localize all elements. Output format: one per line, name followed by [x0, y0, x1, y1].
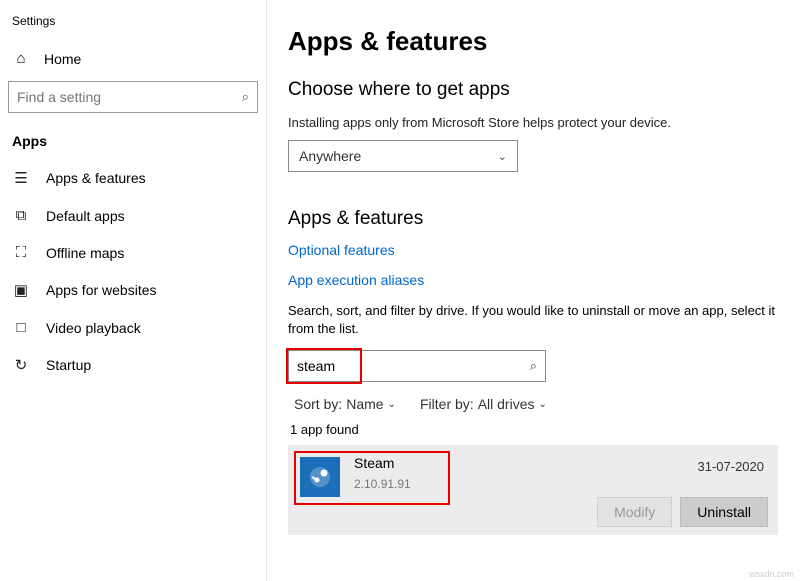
app-search-input[interactable] [297, 358, 530, 374]
nav-apps-websites[interactable]: ▣ Apps for websites [8, 271, 258, 309]
section-label-apps: Apps [8, 127, 258, 159]
find-setting-search[interactable]: ⌕ [8, 81, 258, 113]
search-icon: ⌕ [242, 89, 249, 105]
uninstall-button[interactable]: Uninstall [680, 497, 768, 527]
nav-apps-features[interactable]: ☰ Apps & features [8, 159, 258, 197]
watermark: wsxdn.com [749, 569, 794, 579]
chevron-down-icon: ⌄ [498, 150, 507, 163]
nav-label: Apps for websites [46, 282, 157, 298]
home-label: Home [44, 51, 81, 67]
choose-help: Installing apps only from Microsoft Stor… [288, 115, 778, 130]
filter-label: Filter by: [420, 396, 474, 412]
apps-features-subheading: Apps & features [288, 208, 778, 230]
home-icon: ⌂ [12, 50, 30, 67]
choose-heading: Choose where to get apps [288, 79, 778, 101]
modify-button: Modify [597, 497, 672, 527]
chevron-down-icon: ⌄ [388, 399, 396, 410]
nav-video-playback[interactable]: □ Video playback [8, 309, 258, 346]
results-count: 1 app found [290, 422, 778, 437]
steam-icon [300, 457, 340, 497]
nav-offline-maps[interactable]: ⛶ Offline maps [8, 234, 258, 271]
sort-label: Sort by: [294, 396, 342, 412]
link-execution-aliases[interactable]: App execution aliases [288, 272, 778, 288]
app-list-item[interactable]: Steam 2.10.91.91 31-07-2020 Modify Unins… [288, 445, 778, 535]
page-heading: Apps & features [288, 26, 778, 57]
websites-icon: ▣ [12, 281, 30, 299]
nav-default-apps[interactable]: ⧉ Default apps [8, 197, 258, 234]
filter-value: All drives [478, 396, 535, 412]
home-button[interactable]: ⌂ Home [8, 42, 258, 75]
app-name: Steam [354, 455, 411, 471]
find-setting-input[interactable] [17, 89, 242, 105]
defaults-icon: ⧉ [12, 207, 30, 224]
nav-label: Startup [46, 357, 91, 373]
search-description: Search, sort, and filter by drive. If yo… [288, 302, 778, 338]
nav-label: Apps & features [46, 170, 146, 186]
app-search-box[interactable]: ⌕ [288, 350, 546, 382]
app-install-date: 31-07-2020 [698, 459, 765, 474]
dropdown-value: Anywhere [299, 148, 361, 164]
nav-label: Offline maps [46, 245, 124, 261]
window-title: Settings [8, 14, 258, 42]
nav-label: Default apps [46, 208, 125, 224]
sort-value: Name [346, 396, 383, 412]
sort-by-control[interactable]: Sort by: Name ⌄ [294, 396, 396, 412]
filter-by-control[interactable]: Filter by: All drives ⌄ [420, 396, 547, 412]
search-icon: ⌕ [530, 358, 537, 374]
nav-startup[interactable]: ↻ Startup [8, 346, 258, 384]
nav-label: Video playback [46, 320, 141, 336]
chevron-down-icon: ⌄ [538, 399, 546, 410]
link-optional-features[interactable]: Optional features [288, 242, 778, 258]
app-version: 2.10.91.91 [354, 477, 411, 491]
list-icon: ☰ [12, 169, 30, 187]
startup-icon: ↻ [12, 356, 30, 374]
video-icon: □ [12, 319, 30, 336]
map-icon: ⛶ [12, 244, 30, 261]
app-source-dropdown[interactable]: Anywhere ⌄ [288, 140, 518, 172]
